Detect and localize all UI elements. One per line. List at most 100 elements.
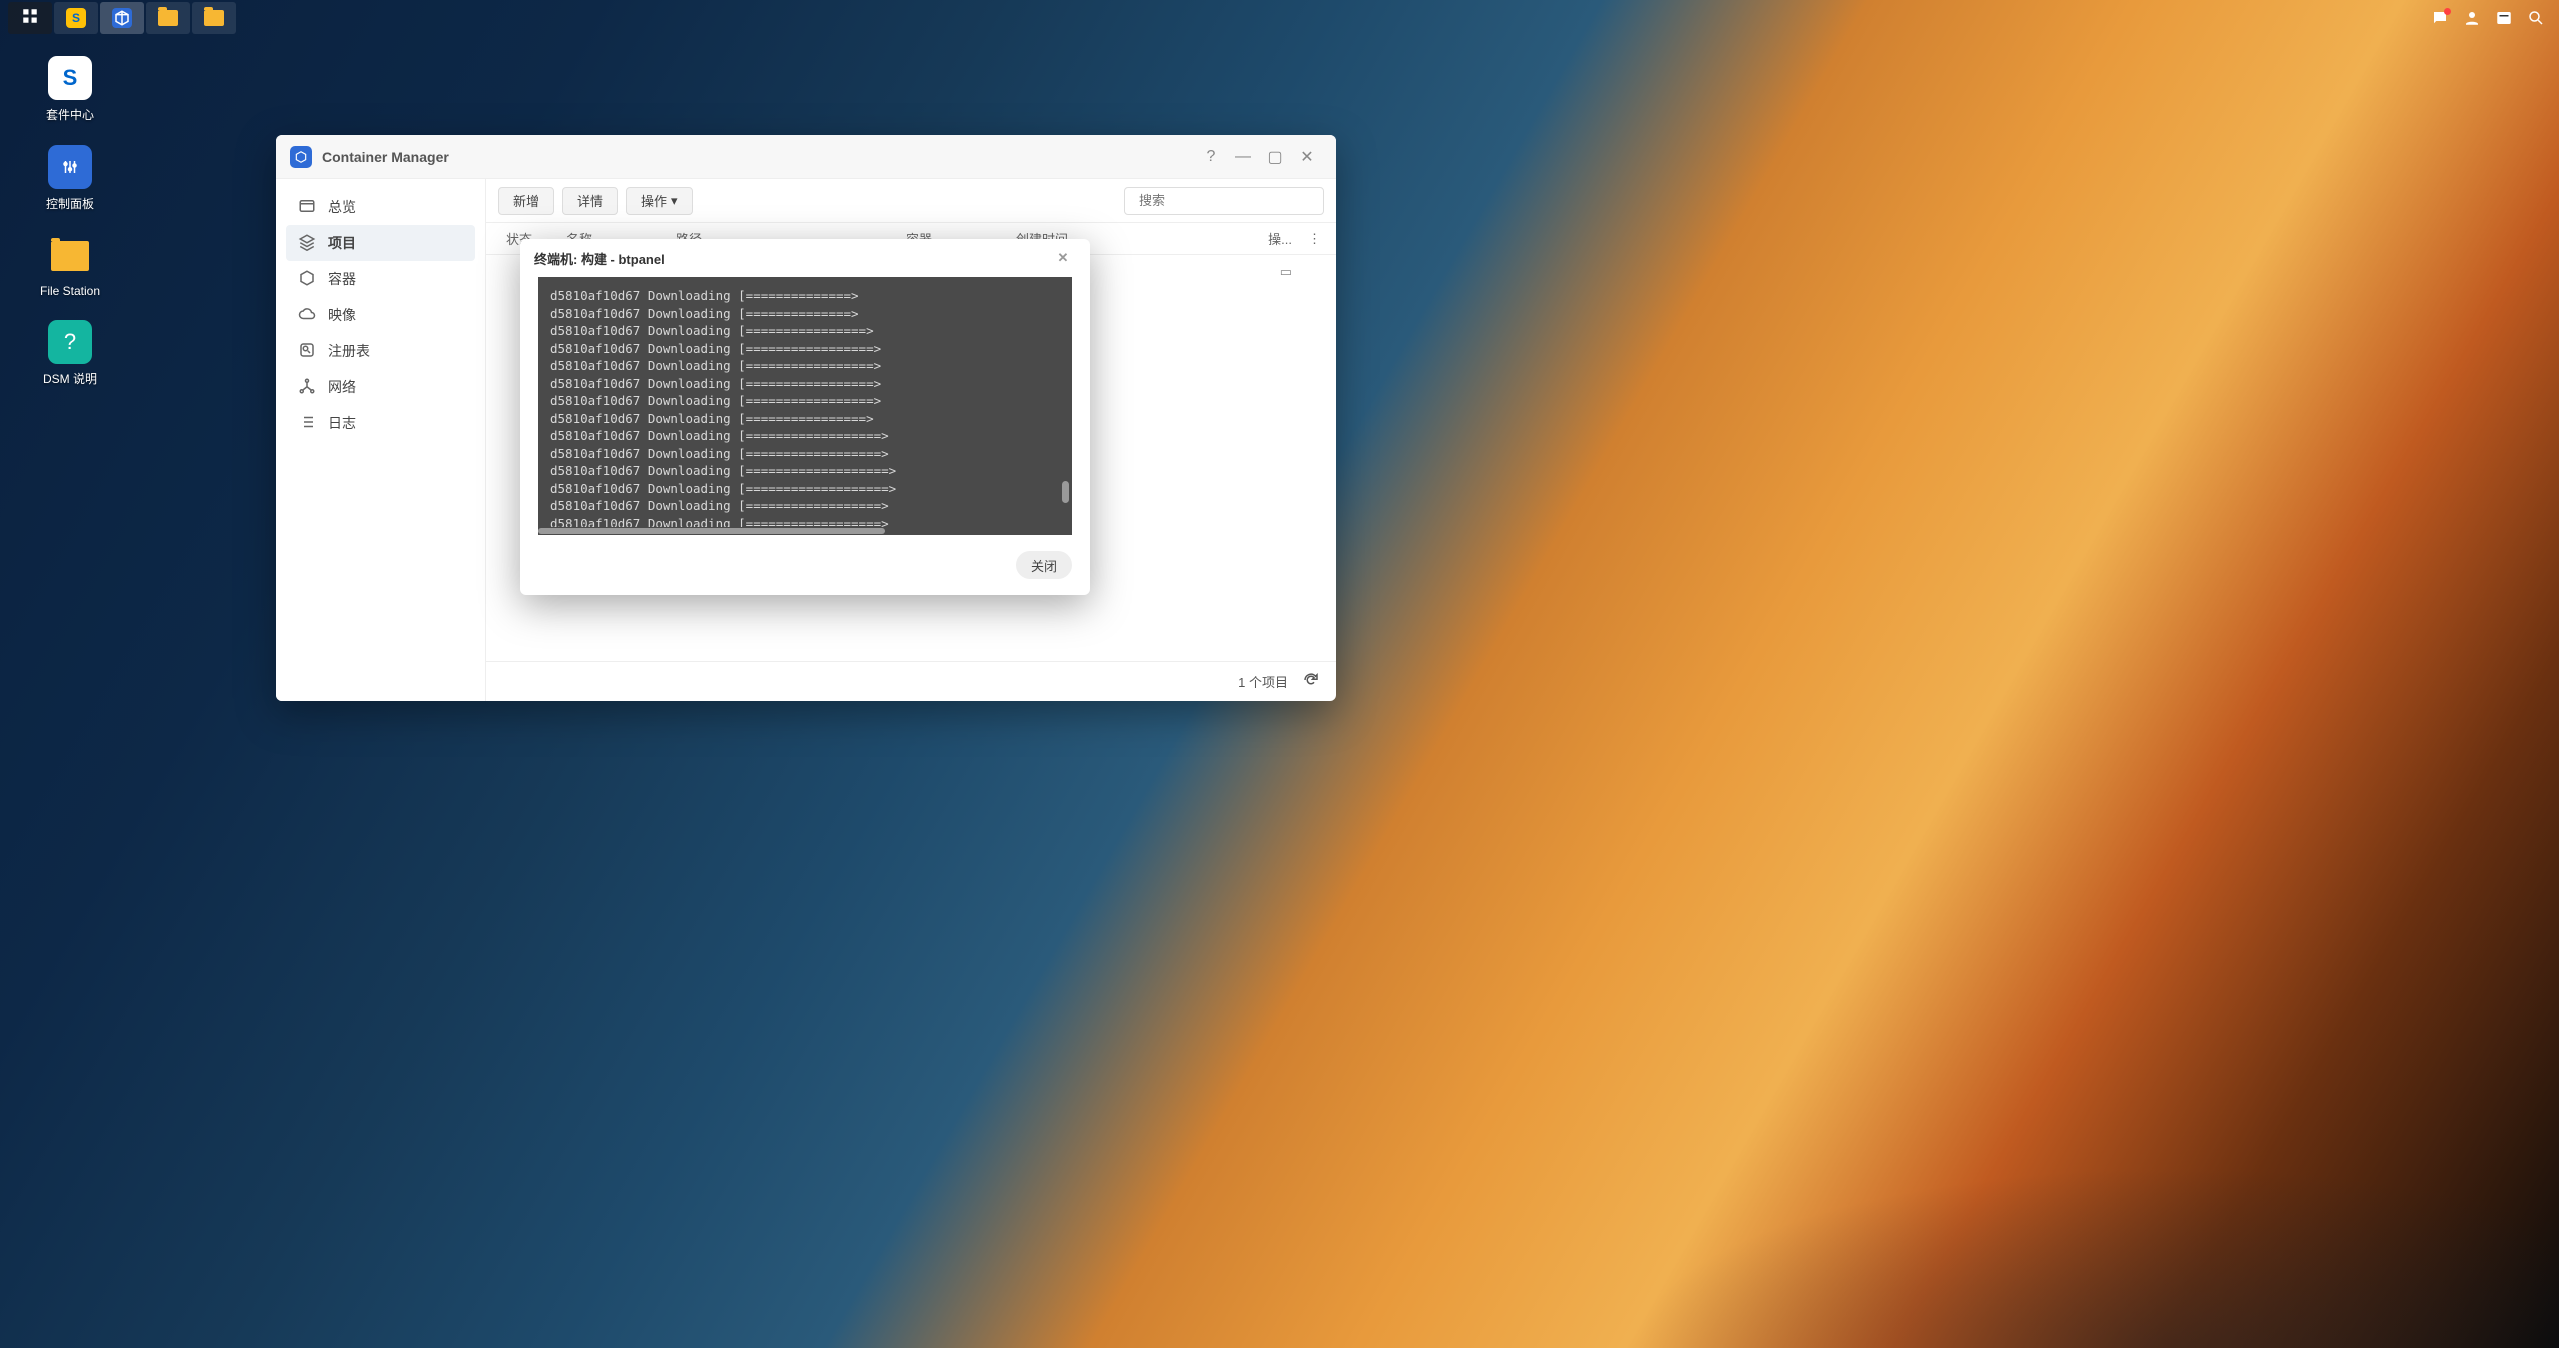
terminal-line: d5810af10d67 Downloading [==============… bbox=[550, 340, 1060, 358]
details-button[interactable]: 详情 bbox=[562, 187, 618, 215]
desktop-icon-package-center[interactable]: S 套件中心 bbox=[30, 56, 110, 123]
taskbar-item-container-manager[interactable] bbox=[100, 2, 144, 34]
apps-grid-icon bbox=[21, 7, 39, 30]
taskbar: S bbox=[0, 0, 2559, 36]
sidebar-item-label: 总览 bbox=[328, 197, 356, 217]
column-options-button[interactable]: ⋮ bbox=[1300, 231, 1324, 247]
help-icon: ? bbox=[48, 320, 92, 364]
desktop-icon-dsm-help[interactable]: ? DSM 说明 bbox=[30, 320, 110, 387]
scrollbar-vertical[interactable] bbox=[1062, 481, 1069, 503]
caret-down-icon: ▾ bbox=[671, 193, 678, 209]
tray-widgets[interactable] bbox=[2489, 3, 2519, 33]
terminal-line: d5810af10d67 Downloading [==============… bbox=[550, 480, 1060, 498]
actions-dropdown[interactable]: 操作▾ bbox=[626, 187, 693, 215]
taskbar-app-launcher[interactable] bbox=[8, 2, 52, 34]
container-manager-icon bbox=[112, 8, 132, 28]
terminal-line: d5810af10d67 Downloading [==============… bbox=[550, 305, 1060, 323]
window-maximize-button[interactable]: ▢ bbox=[1260, 142, 1290, 172]
package-center-icon: S bbox=[66, 8, 86, 28]
desktop-icons: S 套件中心 控制面板 File Station ? DSM 说明 bbox=[30, 56, 110, 387]
dialog-close-action[interactable]: 关闭 bbox=[1016, 551, 1072, 579]
close-icon: ✕ bbox=[1058, 250, 1069, 266]
sidebar-item-registry[interactable]: 注册表 bbox=[286, 333, 475, 369]
column-operations[interactable]: 操... bbox=[1252, 229, 1300, 248]
sidebar-item-label: 项目 bbox=[328, 233, 356, 253]
desktop-icon-label: 控制面板 bbox=[46, 195, 94, 212]
desktop-icon-label: File Station bbox=[40, 284, 100, 298]
sidebar-item-label: 注册表 bbox=[328, 341, 370, 361]
sidebar-item-image[interactable]: 映像 bbox=[286, 297, 475, 333]
sidebar-item-container[interactable]: 容器 bbox=[286, 261, 475, 297]
help-icon: ? bbox=[1207, 148, 1216, 166]
taskbar-item-file-station-1[interactable] bbox=[146, 2, 190, 34]
sidebar-item-label: 容器 bbox=[328, 269, 356, 289]
terminal-line: d5810af10d67 Downloading [==============… bbox=[550, 392, 1060, 410]
dialog-title: 终端机: 构建 - btpanel bbox=[534, 249, 665, 268]
list-icon bbox=[298, 413, 316, 434]
terminal-line: d5810af10d67 Downloading [==============… bbox=[550, 427, 1060, 445]
search-icon bbox=[2527, 9, 2545, 27]
window-help-button[interactable]: ? bbox=[1196, 142, 1226, 172]
window-titlebar[interactable]: Container Manager ? — ▢ ✕ bbox=[276, 135, 1336, 179]
desktop-icon-label: 套件中心 bbox=[46, 106, 94, 123]
registry-icon bbox=[298, 341, 316, 362]
refresh-icon bbox=[1302, 671, 1320, 689]
cloud-icon bbox=[298, 305, 316, 326]
sidebar-item-network[interactable]: 网络 bbox=[286, 369, 475, 405]
folder-icon bbox=[204, 10, 224, 26]
window-minimize-button[interactable]: — bbox=[1228, 142, 1258, 172]
profile-icon bbox=[2463, 9, 2481, 27]
search-input[interactable] bbox=[1139, 193, 1315, 208]
sidebar: 总览 项目 容器 映像 注册表 网络 bbox=[276, 179, 486, 701]
window-close-button[interactable]: ✕ bbox=[1292, 142, 1322, 172]
network-icon bbox=[298, 377, 316, 398]
sidebar-item-log[interactable]: 日志 bbox=[286, 405, 475, 441]
window-title: Container Manager bbox=[322, 149, 449, 165]
terminal-line: d5810af10d67 Downloading [==============… bbox=[550, 462, 1060, 480]
close-icon: ✕ bbox=[1300, 147, 1313, 167]
terminal-dialog: 终端机: 构建 - btpanel ✕ d5810af10d67 Downloa… bbox=[520, 239, 1090, 595]
open-external-icon[interactable]: ▭ bbox=[1280, 264, 1292, 279]
sidebar-item-project[interactable]: 项目 bbox=[286, 225, 475, 261]
notification-dot-icon bbox=[2444, 8, 2451, 15]
add-button[interactable]: 新增 bbox=[498, 187, 554, 215]
tray-chat[interactable] bbox=[2425, 3, 2455, 33]
scrollbar-horizontal[interactable] bbox=[538, 527, 1072, 535]
sidebar-item-label: 网络 bbox=[328, 377, 356, 397]
item-count: 1 个项目 bbox=[1238, 672, 1288, 691]
dialog-close-button[interactable]: ✕ bbox=[1050, 245, 1076, 271]
terminal-line: d5810af10d67 Downloading [==============… bbox=[550, 445, 1060, 463]
folder-icon bbox=[158, 10, 178, 26]
minimize-icon: — bbox=[1235, 148, 1251, 166]
sidebar-item-label: 映像 bbox=[328, 305, 356, 325]
layers-icon bbox=[298, 233, 316, 254]
taskbar-item-file-station-2[interactable] bbox=[192, 2, 236, 34]
maximize-icon: ▢ bbox=[1267, 147, 1282, 167]
search-box[interactable] bbox=[1124, 187, 1324, 215]
sidebar-item-label: 日志 bbox=[328, 413, 356, 433]
sidebar-item-overview[interactable]: 总览 bbox=[286, 189, 475, 225]
desktop-icon-label: DSM 说明 bbox=[43, 370, 97, 387]
status-bar: 1 个项目 bbox=[486, 661, 1336, 701]
tray-search[interactable] bbox=[2521, 3, 2551, 33]
desktop-icon-control-panel[interactable]: 控制面板 bbox=[30, 145, 110, 212]
control-panel-icon bbox=[48, 145, 92, 189]
dots-icon: ⋮ bbox=[1308, 231, 1321, 246]
container-manager-icon bbox=[290, 146, 312, 168]
terminal-line: d5810af10d67 Downloading [==============… bbox=[550, 375, 1060, 393]
dialog-titlebar[interactable]: 终端机: 构建 - btpanel ✕ bbox=[520, 239, 1090, 277]
terminal-line: d5810af10d67 Downloading [==============… bbox=[550, 322, 1060, 340]
terminal-line: d5810af10d67 Downloading [==============… bbox=[550, 410, 1060, 428]
terminal-line: d5810af10d67 Downloading [==============… bbox=[550, 357, 1060, 375]
file-station-icon bbox=[48, 234, 92, 278]
gauge-icon bbox=[298, 197, 316, 218]
terminal-line: d5810af10d67 Downloading [==============… bbox=[550, 287, 1060, 305]
toolbar: 新增 详情 操作▾ bbox=[486, 179, 1336, 223]
package-center-icon: S bbox=[48, 56, 92, 100]
desktop-icon-file-station[interactable]: File Station bbox=[30, 234, 110, 298]
terminal-output[interactable]: d5810af10d67 Downloading [==============… bbox=[538, 277, 1072, 535]
cube-icon bbox=[298, 269, 316, 290]
taskbar-item-package-center[interactable]: S bbox=[54, 2, 98, 34]
refresh-button[interactable] bbox=[1302, 671, 1320, 692]
tray-profile[interactable] bbox=[2457, 3, 2487, 33]
